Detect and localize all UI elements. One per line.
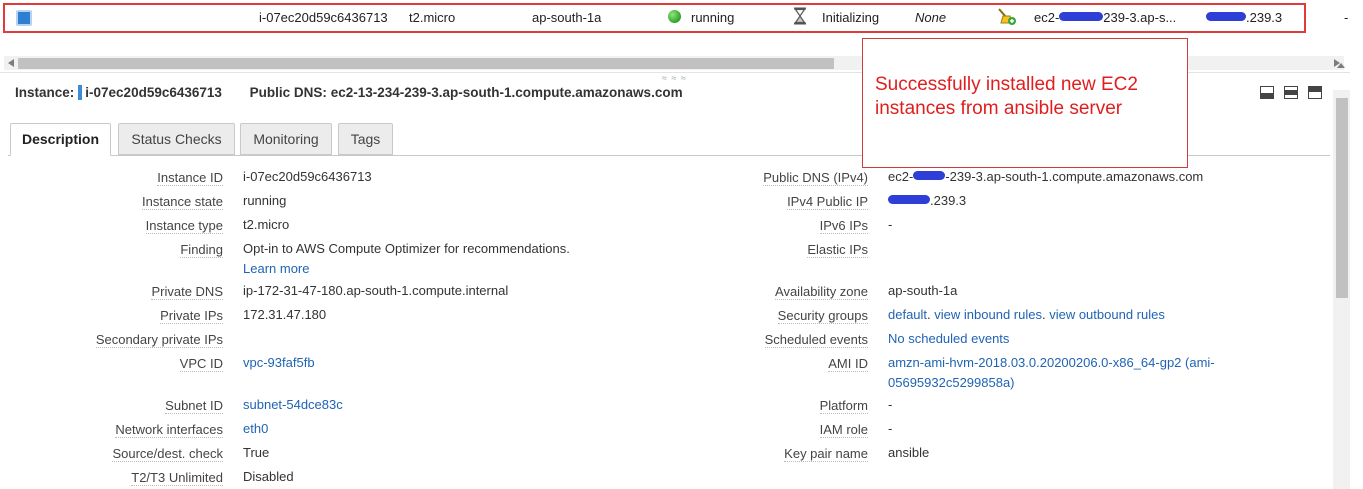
layout-bottom-icon[interactable] [1260,86,1274,99]
row-instance-state: running [691,10,735,25]
details-header: Instance: i-07ec20d59c6436713 Public DNS:… [15,85,683,100]
label-private-dns: Private DNS [151,284,223,300]
view-inbound-rules-link[interactable]: view inbound rules [934,307,1042,322]
public-dns-prefix: ec2- [888,169,914,184]
label-secondary-private-ips: Secondary private IPs [95,332,223,348]
row-public-ip: .239.3 [1206,10,1282,25]
redaction-mark [913,171,946,180]
label-iam-role: IAM role [819,422,868,438]
annotation-callout: Successfully installed new EC2 instances… [862,38,1188,168]
redaction-mark [1206,12,1246,21]
public-dns-label: Public DNS: [249,85,327,100]
label-private-ips: Private IPs [160,308,223,324]
row-status-checks: Initializing [822,10,880,25]
redaction-mark [1059,12,1104,21]
label-platform: Platform [819,398,868,414]
row-trailing: - [1344,10,1349,25]
value-availability-zone: ap-south-1a [888,283,958,298]
row-alarm-status: None [915,10,947,25]
value-key-pair-name: ansible [888,445,930,460]
label-network-interfaces: Network interfaces [115,422,223,438]
value-private-dns: ip-172-31-47-180.ap-south-1.compute.inte… [243,283,509,298]
instance-color-marker [78,85,83,100]
hourglass-icon [794,7,806,25]
ami-id-link-line1[interactable]: amzn-ami-hvm-2018.03.0.20200206.0-x86_64… [888,355,1215,370]
scroll-up-arrow-icon[interactable] [1337,63,1345,68]
label-ipv4-public-ip: IPv4 Public IP [787,194,868,210]
tab-tags[interactable]: Tags [338,123,393,155]
layout-top-icon[interactable] [1308,86,1322,99]
label-subnet-id: Subnet ID [165,398,223,414]
subnet-id-link[interactable]: subnet-54dce83c [243,397,343,412]
broom-icon[interactable] [997,8,1017,26]
row-public-ip-suffix: .239.3 [1246,10,1283,25]
tab-description[interactable]: Description [10,123,111,156]
row-instance-type: t2.micro [409,10,456,25]
label-key-pair-name: Key pair name [784,446,868,462]
value-iam-role: - [888,421,893,436]
label-public-dns-ipv4: Public DNS (IPv4) [763,170,868,186]
panel-resize-grip[interactable]: ≈ ≈ ≈ [662,73,687,83]
running-status-icon [668,10,681,23]
label-instance-state: Instance state [142,194,223,210]
header-instance-id: i-07ec20d59c6436713 [85,85,222,100]
annotation-text: Successfully installed new EC2 instances… [875,74,1138,119]
tab-monitoring[interactable]: Monitoring [240,123,332,155]
instance-label: Instance: [15,85,75,100]
label-source-dest-check: Source/dest. check [112,446,223,462]
row-availability-zone: ap-south-1a [532,10,602,25]
layout-middle-icon[interactable] [1284,86,1298,99]
ami-id-link-line2[interactable]: 05695932c5299858a) [888,375,1015,390]
value-ipv6-ips: - [888,217,893,232]
ipv4-suffix: .239.3 [930,193,967,208]
value-private-ips: 172.31.47.180 [243,307,327,322]
value-instance-type: t2.micro [243,217,290,232]
label-vpc-id: VPC ID [179,356,223,372]
horizontal-scroll-thumb[interactable] [18,58,834,69]
value-instance-id: i-07ec20d59c6436713 [243,169,372,184]
row-instance-id: i-07ec20d59c6436713 [259,10,388,25]
value-t2t3-unlimited: Disabled [243,469,294,484]
label-instance-type: Instance type [145,218,223,234]
label-instance-id: Instance ID [157,170,223,186]
redaction-mark [888,195,930,204]
scheduled-events-link[interactable]: No scheduled events [888,331,1009,346]
label-t2t3-unlimited: T2/T3 Unlimited [131,470,223,486]
network-interface-link[interactable]: eth0 [243,421,268,436]
value-finding: Opt-in to AWS Compute Optimizer for reco… [243,241,570,256]
vpc-id-link[interactable]: vpc-93faf5fb [243,355,315,370]
row-public-dns: ec2- 239-3.ap-s... [1034,10,1176,25]
value-platform: - [888,397,893,412]
label-elastic-ips: Elastic IPs [807,242,868,258]
header-public-dns: ec2-13-234-239-3.ap-south-1.compute.amaz… [330,85,683,100]
vertical-scroll-thumb[interactable] [1336,98,1348,298]
value-ipv4-public-ip: .239.3 [888,193,966,208]
row-select-checkbox[interactable] [16,10,32,26]
label-finding: Finding [180,242,223,258]
tab-status-checks[interactable]: Status Checks [118,123,235,155]
row-public-dns-prefix: ec2- [1034,10,1060,25]
public-dns-suffix: -239-3.ap-south-1.compute.amazonaws.com [945,169,1204,184]
label-availability-zone: Availability zone [775,284,868,300]
learn-more-link[interactable]: Learn more [243,261,309,276]
value-instance-state: running [243,193,287,208]
security-group-default-link[interactable]: default [888,307,927,322]
label-scheduled-events: Scheduled events [764,332,868,348]
view-outbound-rules-link[interactable]: view outbound rules [1049,307,1165,322]
label-ipv6-ips: IPv6 IPs [819,218,868,234]
label-security-groups: Security groups [777,308,868,324]
value-public-dns-ipv4: ec2- -239-3.ap-south-1.compute.amazonaws.… [888,169,1203,184]
value-security-groups: default. view inbound rules. view outbou… [888,307,1165,322]
label-ami-id: AMI ID [828,356,868,372]
scroll-left-arrow-icon[interactable] [8,59,14,67]
value-source-dest-check: True [243,445,270,460]
row-public-dns-suffix: 239-3.ap-s... [1103,10,1177,25]
